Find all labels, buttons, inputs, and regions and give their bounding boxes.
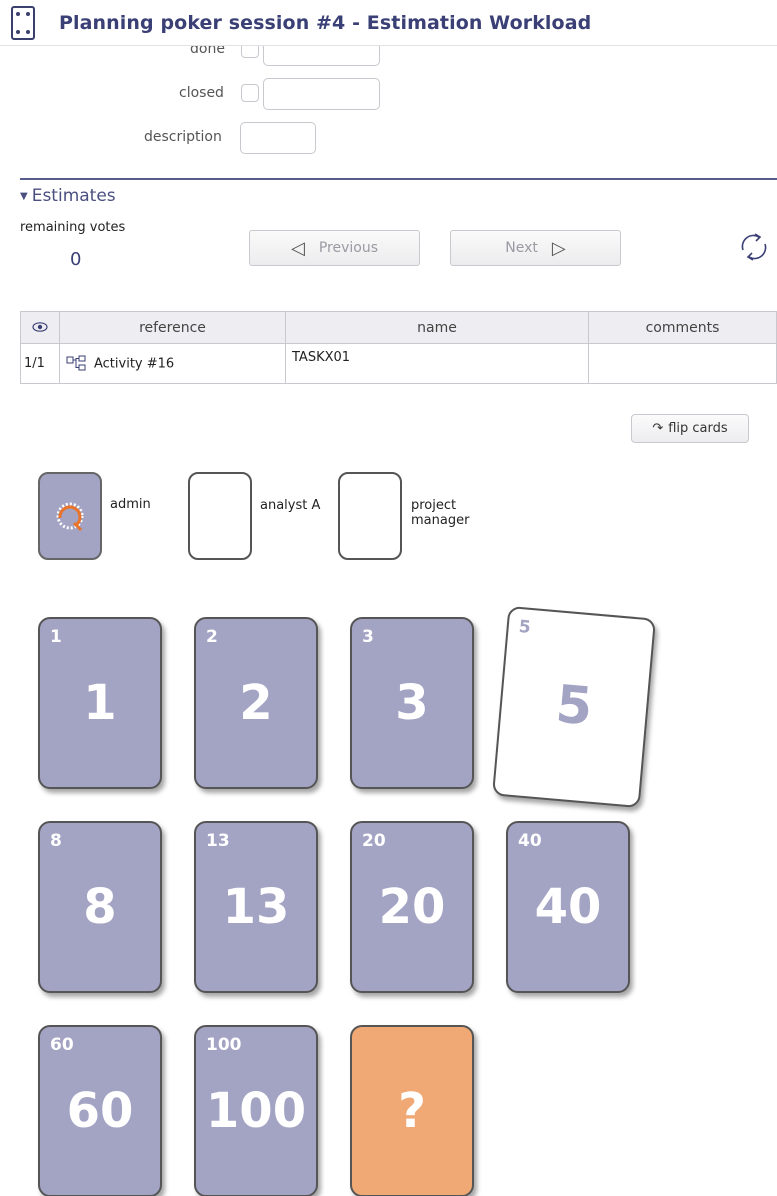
flip-cards-label: flip cards xyxy=(668,421,728,436)
poker-card-20[interactable]: 20 20 xyxy=(350,821,474,993)
flip-cards-button[interactable]: ↷ flip cards xyxy=(631,414,749,443)
description-label: description xyxy=(144,129,222,145)
participant-card-empty xyxy=(188,472,252,560)
app-logo-icon xyxy=(56,502,84,532)
arrow-left-icon: ◁ xyxy=(290,237,305,259)
poker-card-8[interactable]: 8 8 xyxy=(38,821,162,993)
card-corner-value: 5 xyxy=(517,616,532,638)
remaining-votes-count: 0 xyxy=(70,249,82,270)
poker-card-100[interactable]: 100 100 xyxy=(194,1025,318,1196)
arrow-right-icon: ▷ xyxy=(551,237,566,259)
section-divider xyxy=(20,178,777,180)
estimates-table: reference name comments 1/1 Activity #16… xyxy=(20,311,777,384)
activity-hierarchy-icon xyxy=(66,355,86,370)
flip-icon: ↷ xyxy=(652,421,664,436)
poker-card-unknown[interactable]: ? xyxy=(350,1025,474,1196)
refresh-icon[interactable] xyxy=(735,228,773,266)
card-value: 1 xyxy=(83,675,117,731)
poker-card-2[interactable]: 2 2 xyxy=(194,617,318,789)
card-corner-value: 13 xyxy=(206,831,230,851)
poker-card-40[interactable]: 40 40 xyxy=(506,821,630,993)
reference-text: Activity #16 xyxy=(94,356,175,371)
closed-checkbox[interactable] xyxy=(241,84,259,102)
participant-name: admin xyxy=(110,497,151,512)
card-value: 100 xyxy=(205,1083,307,1139)
poker-card-1[interactable]: 1 1 xyxy=(38,617,162,789)
card-corner-value: 60 xyxy=(50,1035,74,1055)
card-corner-value: 100 xyxy=(206,1035,242,1055)
card-value: 5 xyxy=(553,674,595,738)
playing-card-icon xyxy=(11,6,35,40)
card-corner-value: 40 xyxy=(518,831,542,851)
next-button-label: Next xyxy=(505,240,538,256)
caret-down-icon: ▼ xyxy=(20,191,28,202)
description-field[interactable] xyxy=(240,122,316,154)
eye-icon xyxy=(32,321,48,332)
card-value: 40 xyxy=(534,879,602,935)
card-corner-value: 8 xyxy=(50,831,62,851)
header-bar: Planning poker session #4 - Estimation W… xyxy=(0,0,777,46)
column-header-name[interactable]: name xyxy=(285,311,589,344)
row-index: 1/1 xyxy=(20,343,60,384)
previous-button[interactable]: ◁ Previous xyxy=(249,230,420,266)
participant-name: project manager xyxy=(411,498,470,528)
poker-card-13[interactable]: 13 13 xyxy=(194,821,318,993)
closed-field[interactable] xyxy=(263,78,380,110)
card-corner-value: 20 xyxy=(362,831,386,851)
estimates-section-title: Estimates xyxy=(31,186,116,206)
previous-button-label: Previous xyxy=(318,240,378,256)
card-value: 20 xyxy=(378,879,446,935)
card-value: 13 xyxy=(222,879,290,935)
card-value: 2 xyxy=(239,675,273,731)
next-button[interactable]: Next ▷ xyxy=(450,230,621,266)
column-header-comments[interactable]: comments xyxy=(588,311,777,344)
card-corner-value: 1 xyxy=(50,627,62,647)
participant-name: analyst A xyxy=(260,498,321,513)
card-value: 60 xyxy=(66,1083,134,1139)
eye-column-header[interactable] xyxy=(20,311,60,344)
poker-card-5-selected[interactable]: 5 5 xyxy=(492,605,656,809)
remaining-votes-label: remaining votes xyxy=(20,220,126,235)
card-value: 8 xyxy=(83,879,117,935)
comments-cell xyxy=(588,343,777,384)
card-corner-value: 3 xyxy=(362,627,374,647)
page-title: Planning poker session #4 - Estimation W… xyxy=(59,12,592,34)
column-header-reference[interactable]: reference xyxy=(59,311,286,344)
estimates-section-toggle[interactable]: ▼ Estimates xyxy=(20,186,116,206)
table-row[interactable]: 1/1 Activity #16 TASKX01 xyxy=(20,343,777,384)
card-corner-value: 2 xyxy=(206,627,218,647)
participant-card-empty xyxy=(338,472,402,560)
poker-card-3[interactable]: 3 3 xyxy=(350,617,474,789)
reference-cell[interactable]: Activity #16 xyxy=(59,343,286,384)
card-value: 3 xyxy=(395,675,429,731)
poker-card-60[interactable]: 60 60 xyxy=(38,1025,162,1196)
participant-card-voted xyxy=(38,472,102,560)
card-value: ? xyxy=(398,1083,426,1139)
closed-label: closed xyxy=(179,85,224,101)
name-cell: TASKX01 xyxy=(285,343,589,384)
